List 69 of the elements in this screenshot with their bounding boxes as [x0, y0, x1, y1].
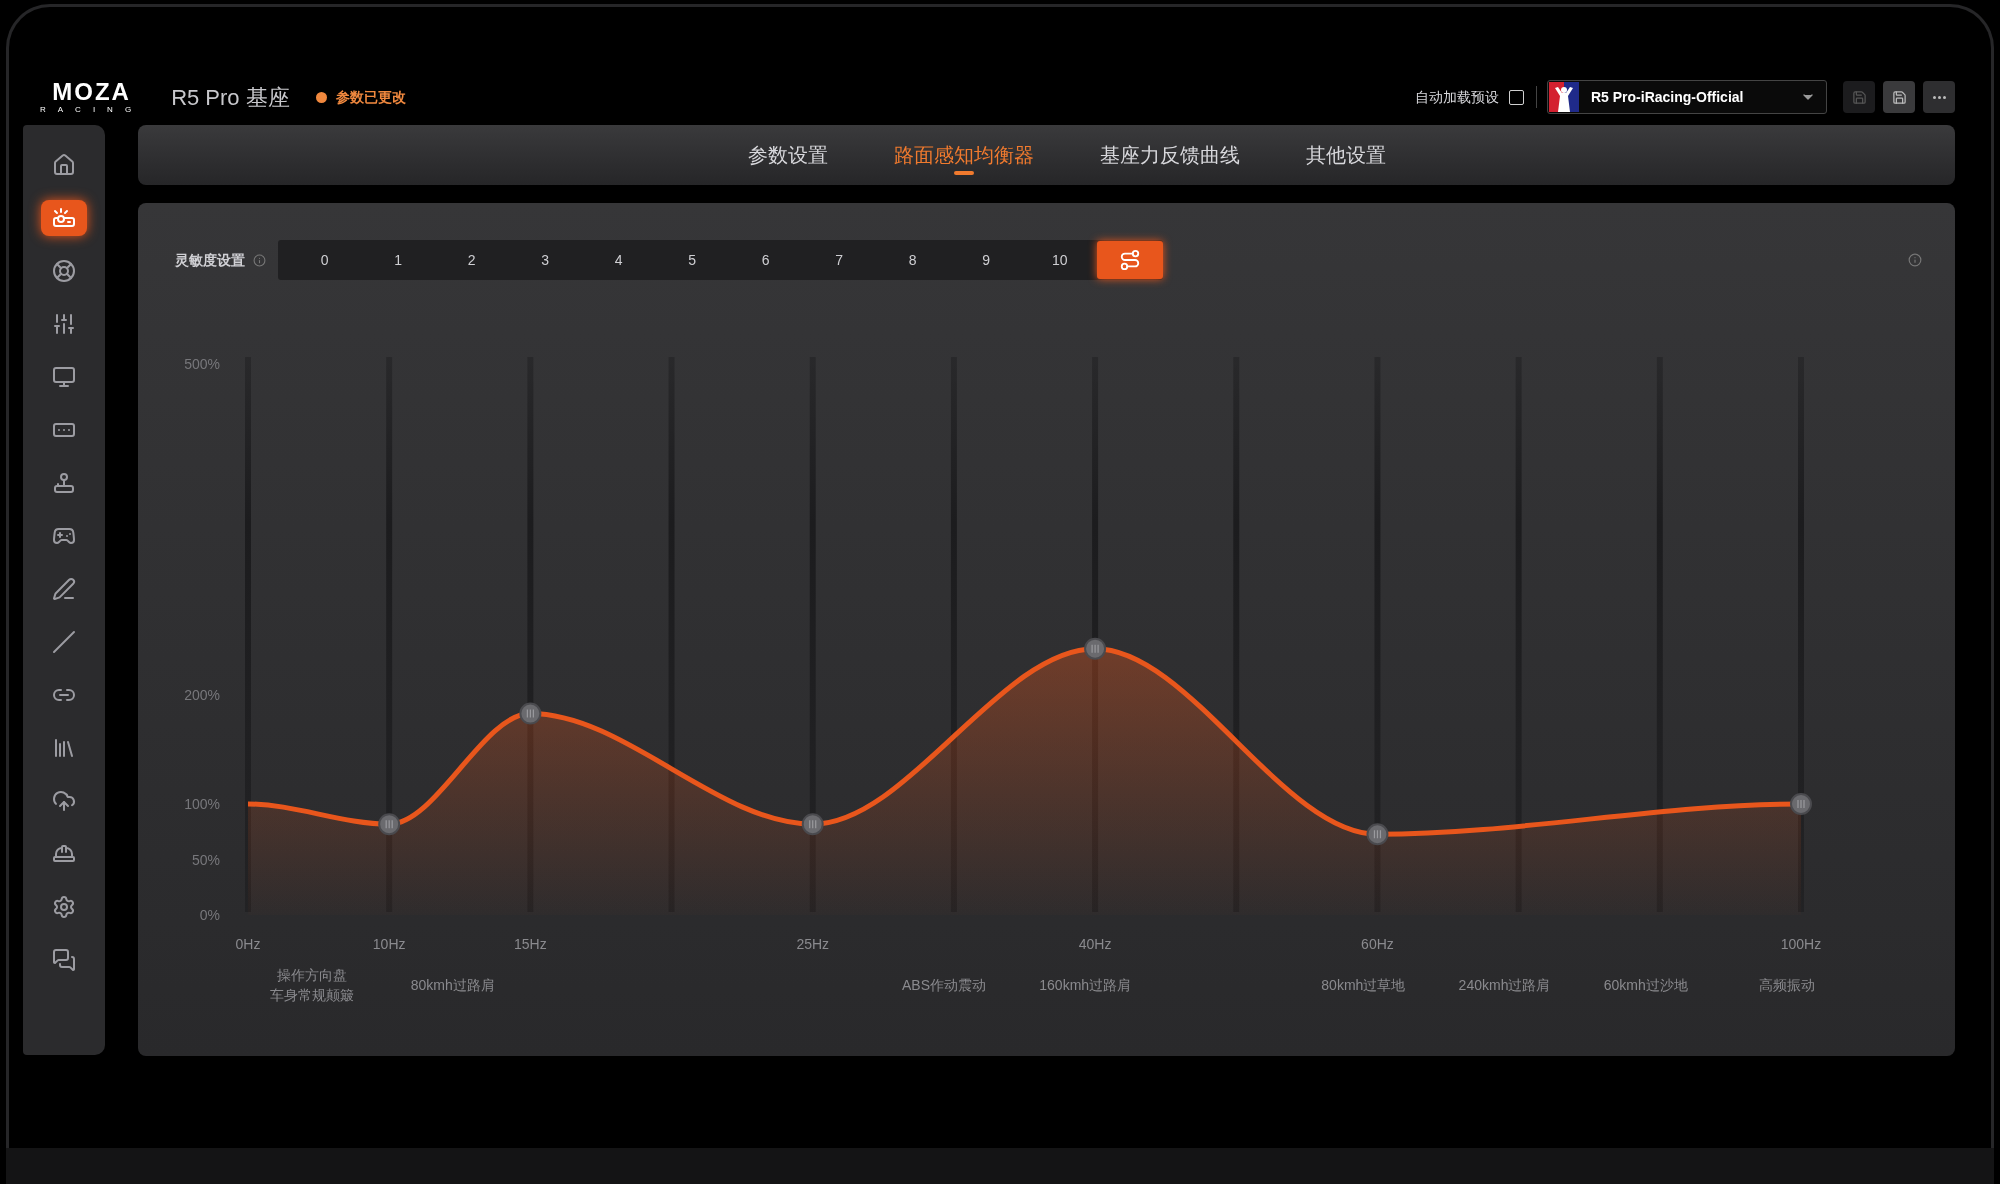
scenario-label: ABS作动震动: [902, 977, 987, 993]
auto-load-label: 自动加载预设: [1415, 87, 1499, 107]
curve-handle[interactable]: [519, 702, 542, 725]
x-tick-label: 25Hz: [796, 936, 830, 952]
sensitivity-option[interactable]: 10: [1023, 243, 1097, 277]
scenario-label: 80kmh过草地: [1321, 977, 1406, 993]
curve-icon: [1118, 249, 1141, 271]
x-tick-label: 10Hz: [372, 936, 406, 952]
device-title: R5 Pro 基座: [171, 83, 290, 112]
y-tick-label: 0%: [199, 907, 220, 923]
scenario-label: 80kmh过路肩: [410, 977, 495, 993]
sensitivity-option[interactable]: 7: [802, 243, 876, 277]
scenario-label: 60kmh过沙地: [1603, 977, 1688, 993]
wheel-icon: [52, 259, 76, 283]
library-icon: [52, 736, 76, 760]
y-tick-label: 50%: [191, 852, 220, 868]
scenario-label: 操作方向盘: [276, 967, 347, 983]
settings-icon: [52, 895, 76, 919]
curve-handle[interactable]: [378, 813, 401, 836]
chat-icon: [52, 948, 76, 972]
custom-curve-button[interactable]: [1096, 241, 1163, 279]
scenario-label: 车身常规颠簸: [269, 987, 354, 1003]
curve-handle[interactable]: [1084, 637, 1107, 660]
sensitivity-label: 灵敏度设置: [175, 250, 245, 270]
monitor-icon: [52, 365, 76, 389]
x-tick-label: 60Hz: [1361, 936, 1394, 952]
sensitivity-option[interactable]: 1: [361, 243, 435, 277]
cloud-upload-icon: [52, 789, 76, 813]
x-tick-label: 0Hz: [235, 936, 261, 952]
tab[interactable]: 基座力反馈曲线: [1099, 125, 1240, 185]
status-text: 参数已更改: [335, 87, 406, 107]
sensitivity-option[interactable]: 0: [288, 243, 362, 277]
sensitivity-option[interactable]: 6: [729, 243, 803, 277]
save-icon: [1891, 89, 1907, 105]
joystick-icon: [52, 471, 76, 495]
x-tick-label: 100Hz: [1780, 936, 1822, 952]
sidebar-item[interactable]: [41, 200, 87, 236]
sensitivity-option[interactable]: 4: [582, 243, 656, 277]
curve-handle[interactable]: [1790, 793, 1812, 815]
sensitivity-option[interactable]: 2: [435, 243, 509, 277]
scenario-label: 160kmh过路肩: [1039, 977, 1132, 993]
curve-handle[interactable]: [1366, 823, 1389, 846]
tab[interactable]: 路面感知均衡器: [893, 125, 1034, 185]
y-tick-label: 100%: [184, 796, 220, 812]
x-tick-label: 40Hz: [1078, 936, 1112, 952]
home-icon: [52, 153, 76, 177]
more-icon: [1932, 95, 1946, 99]
scenario-label: 高频振动: [1758, 977, 1815, 993]
sensitivity-option[interactable]: 3: [508, 243, 582, 277]
sensitivity-option[interactable]: 9: [949, 243, 1023, 277]
logo: MOZA RACING: [40, 80, 144, 114]
save-icon: [1851, 89, 1867, 105]
y-tick-label: 200%: [184, 687, 220, 703]
info-icon: [1908, 253, 1922, 267]
profile-icon: [1549, 82, 1579, 112]
sensitivity-option[interactable]: 5: [655, 243, 729, 277]
tab[interactable]: 其他设置: [1305, 125, 1386, 185]
preset-dropdown[interactable]: R5 Pro-iRacing-Official: [1547, 80, 1827, 114]
x-tick-label: 15Hz: [514, 936, 547, 952]
more-button[interactable]: [1923, 81, 1955, 113]
tab[interactable]: 参数设置: [747, 125, 828, 185]
auto-load-checkbox[interactable]: [1509, 89, 1524, 105]
save-as-button[interactable]: [1883, 81, 1915, 113]
sensitivity-option[interactable]: 8: [876, 243, 950, 277]
curve-handle[interactable]: [801, 813, 824, 836]
y-tick-label: 500%: [184, 356, 220, 372]
info-icon: [253, 253, 266, 267]
scenario-label: 240kmh过路肩: [1458, 977, 1551, 993]
sliders-icon: [52, 312, 76, 336]
